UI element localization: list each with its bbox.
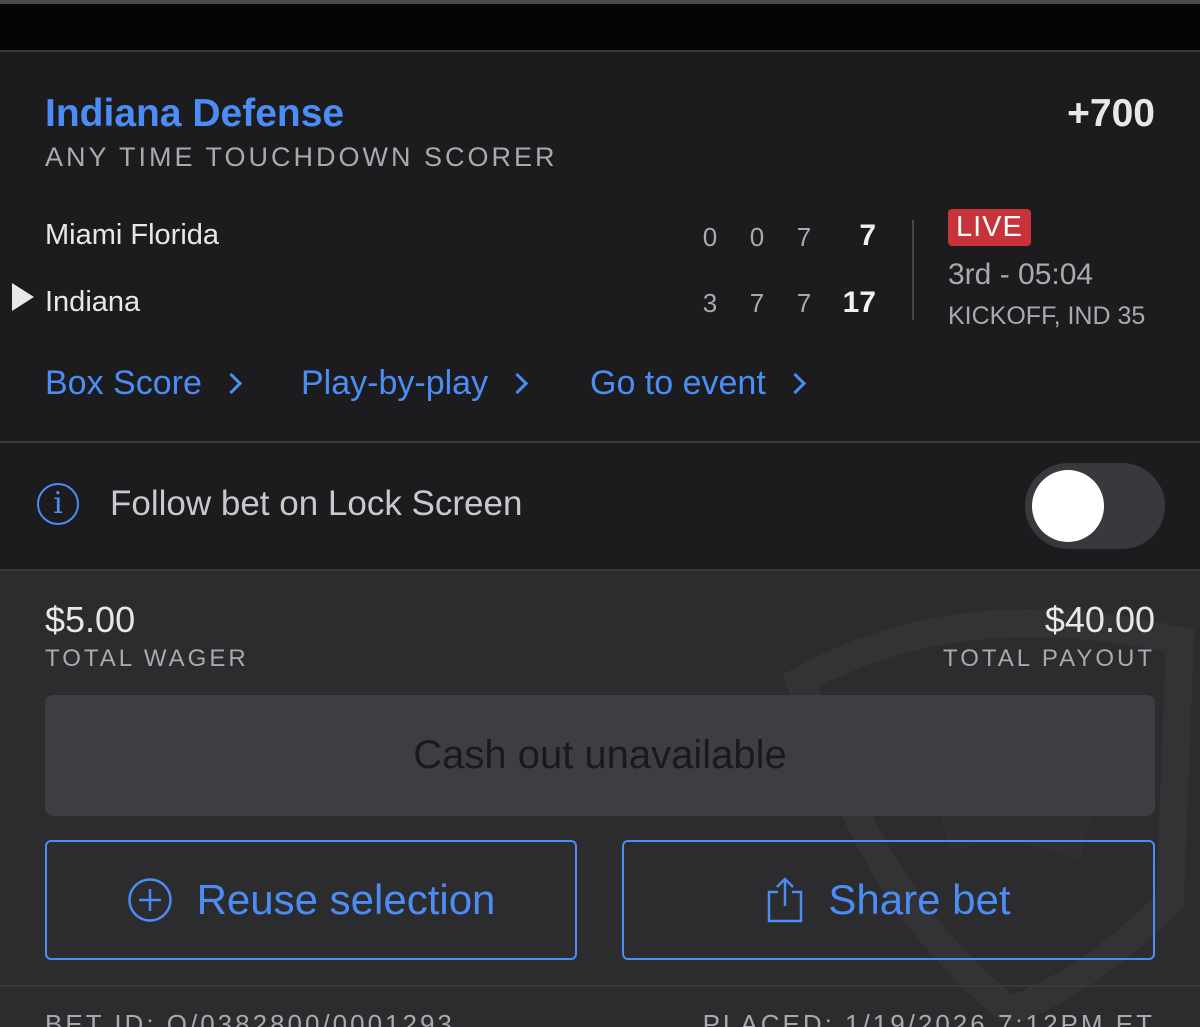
share-bet-button[interactable]: Share bet (622, 840, 1155, 960)
cash-out-button[interactable]: Cash out unavailable (45, 695, 1155, 816)
game-clock: 3rd - 05:04 (948, 258, 1094, 291)
quarter-score: 7 (796, 288, 812, 318)
reuse-selection-button[interactable]: Reuse selection (45, 840, 577, 960)
quarter-score: 0 (749, 222, 765, 252)
total-score: 7 (859, 219, 876, 252)
team-name-away: Miami Florida (45, 219, 220, 251)
follow-bet-toggle[interactable] (1025, 463, 1165, 549)
follow-bet-label: Follow bet on Lock Screen (110, 484, 523, 523)
divider (912, 220, 914, 320)
game-situation: KICKOFF, IND 35 (948, 302, 1146, 330)
total-payout-label: TOTAL PAYOUT (942, 645, 1155, 672)
live-badge: LIVE (948, 209, 1031, 246)
divider (0, 985, 1200, 987)
quarter-score: 7 (796, 222, 812, 252)
team-name-home: Indiana (45, 286, 141, 318)
go-to-event-link[interactable]: Go to event (590, 364, 806, 403)
odds-value: +700 (1067, 92, 1155, 135)
placed-timestamp: PLACED: 1/19/2026 7:12PM ET (702, 1009, 1155, 1027)
chevron-right-icon (784, 372, 806, 395)
chevron-right-icon (220, 372, 242, 395)
quarter-score: 7 (749, 288, 765, 318)
quarter-score: 0 (702, 222, 718, 252)
button-label: Reuse selection (196, 876, 496, 923)
top-bar (0, 0, 1200, 50)
selection-card: Indiana Defense +700 ANY TIME TOUCHDOWN … (0, 52, 1200, 441)
total-score: 17 (842, 286, 876, 319)
market-name: ANY TIME TOUCHDOWN SCORER (45, 142, 558, 172)
bet-id: BET ID: O/0382800/0001293 (45, 1009, 455, 1027)
info-icon[interactable]: i (37, 483, 79, 525)
plus-circle-icon (127, 878, 172, 922)
chevron-right-icon (506, 372, 529, 395)
play-triangle-icon (12, 283, 34, 311)
play-by-play-link[interactable]: Play-by-play (301, 364, 529, 403)
link-label: Play-by-play (301, 364, 489, 402)
box-score-link[interactable]: Box Score (45, 364, 242, 403)
link-label: Go to event (590, 364, 766, 402)
quarter-score: 3 (702, 288, 718, 318)
bet-summary: $5.00 TOTAL WAGER $40.00 TOTAL PAYOUT Ca… (0, 571, 1200, 1027)
total-payout-amount: $40.00 (1044, 599, 1155, 640)
share-icon (768, 877, 803, 923)
total-wager-label: TOTAL WAGER (45, 645, 249, 672)
toggle-knob (1032, 470, 1104, 542)
total-wager-amount: $5.00 (45, 599, 136, 640)
link-label: Box Score (45, 364, 202, 402)
follow-bet-row: i Follow bet on Lock Screen (0, 443, 1200, 569)
selection-title[interactable]: Indiana Defense (45, 92, 344, 136)
button-label: Share bet (828, 876, 1011, 923)
